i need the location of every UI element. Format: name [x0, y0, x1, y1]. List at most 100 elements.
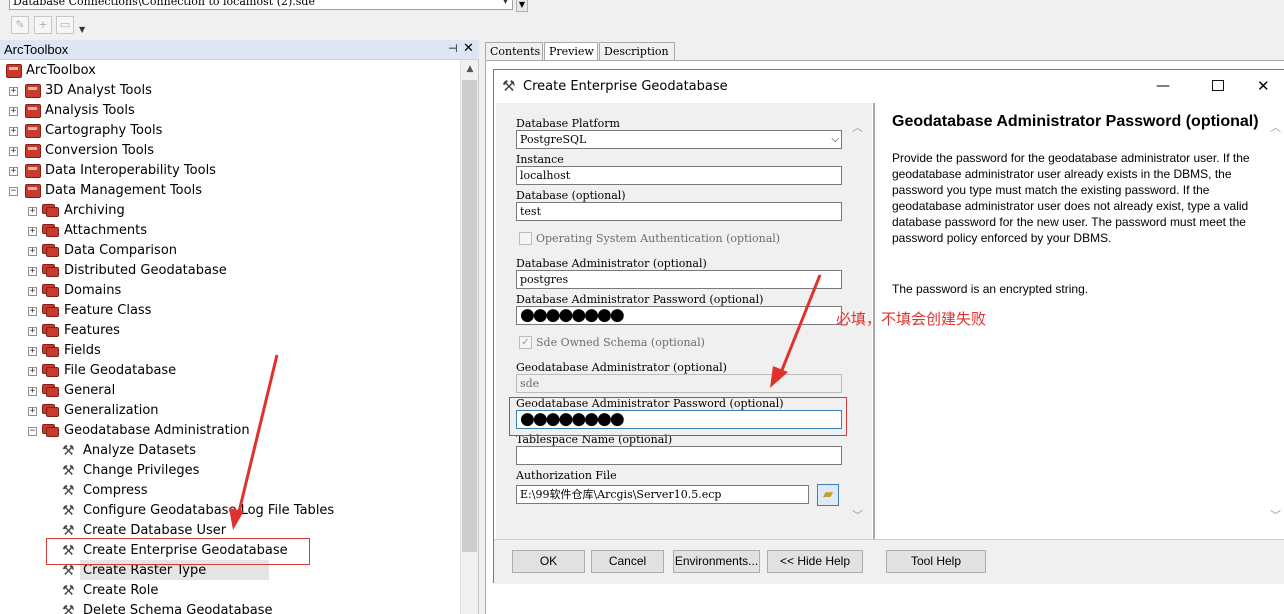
tablespace-field[interactable]	[516, 446, 842, 465]
arctoolbox-panel: ArcToolbox ⊣ ✕ ArcToolbox + 3D Analyst T…	[0, 40, 479, 614]
chevron-down-icon[interactable]: ▼	[498, 0, 513, 10]
panel-title: ArcToolbox	[4, 42, 69, 57]
scrollbar-thumb[interactable]	[462, 80, 477, 552]
help-scrollbar[interactable]: ︿ ﹀	[1268, 103, 1284, 539]
dialog-titlebar: ⚒ Create Enterprise Geodatabase — ✕	[494, 70, 1284, 103]
expand-icon[interactable]: +	[28, 387, 37, 396]
tab-description[interactable]: Description	[599, 42, 675, 61]
hammer-icon: ⚒	[62, 483, 75, 499]
environments-button[interactable]: Environments...	[673, 550, 760, 573]
sde-schema-checkbox[interactable]: ✓	[519, 336, 532, 349]
toolset-label: General	[64, 383, 116, 398]
tool-label: Delete Schema Geodatabase	[83, 603, 273, 614]
auth-file-label: Authorization File	[516, 469, 617, 482]
expand-icon[interactable]: +	[28, 247, 37, 256]
tab-preview[interactable]: Preview	[544, 42, 598, 61]
toolbox-icon	[25, 104, 41, 118]
scroll-up-icon[interactable]: ︿	[852, 119, 863, 135]
expand-icon[interactable]: +	[9, 87, 18, 96]
dialog-title: Create Enterprise Geodatabase	[523, 79, 728, 94]
tool-label: Configure Geodatabase Log File Tables	[83, 503, 335, 518]
path-dropdown-button[interactable]: ▼	[516, 0, 528, 12]
tab-contents[interactable]: Contents	[485, 42, 543, 61]
expand-icon[interactable]: +	[9, 127, 18, 136]
workspace-path-field[interactable]: Database Connections\Connection to local…	[9, 0, 513, 10]
database-field[interactable]: test	[516, 202, 842, 221]
db-admin-password-field[interactable]: ●●●●●●●●	[516, 306, 842, 325]
edit-icon[interactable]: ✎	[11, 16, 29, 34]
tool-label: Compress	[83, 483, 148, 498]
toolset-label: Features	[64, 323, 120, 338]
expand-icon[interactable]: +	[28, 287, 37, 296]
scroll-down-icon[interactable]: ﹀	[852, 507, 863, 523]
help-title: Geodatabase Administrator Password (opti…	[892, 113, 1259, 130]
close-icon[interactable]: ✕	[463, 41, 474, 56]
tool-help-button[interactable]: Tool Help	[886, 550, 986, 573]
instance-label: Instance	[516, 153, 564, 166]
instance-field[interactable]: localhost	[516, 166, 842, 185]
hammer-icon: ⚒	[62, 563, 75, 579]
help-note: The password is an encrypted string.	[892, 282, 1089, 296]
collapse-icon[interactable]: −	[28, 427, 37, 436]
expand-icon[interactable]: +	[28, 347, 37, 356]
toolbar-overflow-icon[interactable]: ▼	[79, 25, 85, 34]
tool-label: Create Role	[83, 583, 159, 598]
expand-icon[interactable]: +	[9, 147, 18, 156]
toolbox-tree: ArcToolbox + 3D Analyst Tools + Analysis…	[0, 60, 460, 614]
tree-item-label: Data Management Tools	[45, 183, 202, 198]
chevron-down-icon[interactable]: ⌵	[831, 131, 839, 148]
expand-icon[interactable]: +	[28, 207, 37, 216]
toolset-icon	[42, 244, 60, 258]
expand-icon[interactable]: +	[28, 367, 37, 376]
hammer-icon: ⚒	[62, 603, 75, 614]
scroll-down-icon[interactable]: ﹀	[1270, 507, 1281, 523]
platform-label: Database Platform	[516, 117, 620, 130]
hammer-icon: ⚒	[62, 503, 75, 519]
toolset-label: Feature Class	[64, 303, 152, 318]
gdb-admin-field[interactable]: sde	[516, 374, 842, 393]
hammer-icon: ⚒	[62, 443, 75, 459]
db-admin-password-label: Database Administrator Password (optiona…	[516, 293, 764, 306]
toolset-icon	[42, 264, 60, 278]
tree-scrollbar[interactable]: ▲	[460, 60, 478, 614]
expand-icon[interactable]: +	[28, 227, 37, 236]
toolset-icon	[42, 204, 60, 218]
hammer-icon: ⚒	[502, 77, 516, 95]
toolset-label: Data Comparison	[64, 243, 178, 258]
expand-icon[interactable]: +	[28, 307, 37, 316]
expand-icon[interactable]: +	[9, 107, 18, 116]
hide-help-button[interactable]: << Hide Help	[767, 550, 863, 573]
highlight-box	[46, 538, 310, 565]
add-icon[interactable]: +	[34, 16, 52, 34]
password-mask: ●●●●●●●●	[520, 306, 625, 325]
tree-item-label: 3D Analyst Tools	[45, 83, 152, 98]
scroll-up-icon[interactable]: ▲	[461, 60, 479, 78]
toolset-icon	[42, 324, 60, 338]
platform-select[interactable]: PostgreSQL ⌵	[516, 130, 842, 149]
os-auth-checkbox[interactable]	[519, 232, 532, 245]
toolset-label: Generalization	[64, 403, 159, 418]
cancel-button[interactable]: Cancel	[591, 550, 664, 573]
scroll-up-icon[interactable]: ︿	[1270, 119, 1281, 135]
ok-button[interactable]: OK	[512, 550, 585, 573]
top-toolbar: Database Connections\Connection to local…	[0, 0, 1284, 40]
expand-icon[interactable]: +	[9, 167, 18, 176]
auth-file-field[interactable]: E:\99软件仓库\Arcgis\Server10.5.ecp	[516, 485, 809, 504]
add-folder-icon[interactable]: ▭	[56, 16, 74, 34]
expand-icon[interactable]: +	[28, 327, 37, 336]
database-label: Database (optional)	[516, 189, 626, 202]
pin-icon[interactable]: ⊣	[448, 42, 458, 55]
dialog-button-row: OK Cancel Environments... << Hide Help T…	[494, 539, 1284, 584]
minimize-icon[interactable]: —	[1156, 70, 1170, 103]
collapse-icon[interactable]: −	[9, 187, 18, 196]
db-admin-field[interactable]: postgres	[516, 270, 842, 289]
browse-folder-button[interactable]: ▰	[817, 484, 839, 506]
toolset-icon	[42, 364, 60, 378]
toolset-icon	[42, 424, 60, 438]
expand-icon[interactable]: +	[28, 407, 37, 416]
toolbox-icon	[25, 124, 41, 138]
expand-icon[interactable]: +	[28, 267, 37, 276]
maximize-icon[interactable]	[1212, 80, 1224, 91]
close-icon[interactable]: ✕	[1257, 70, 1270, 103]
toolset-label: Attachments	[64, 223, 147, 238]
